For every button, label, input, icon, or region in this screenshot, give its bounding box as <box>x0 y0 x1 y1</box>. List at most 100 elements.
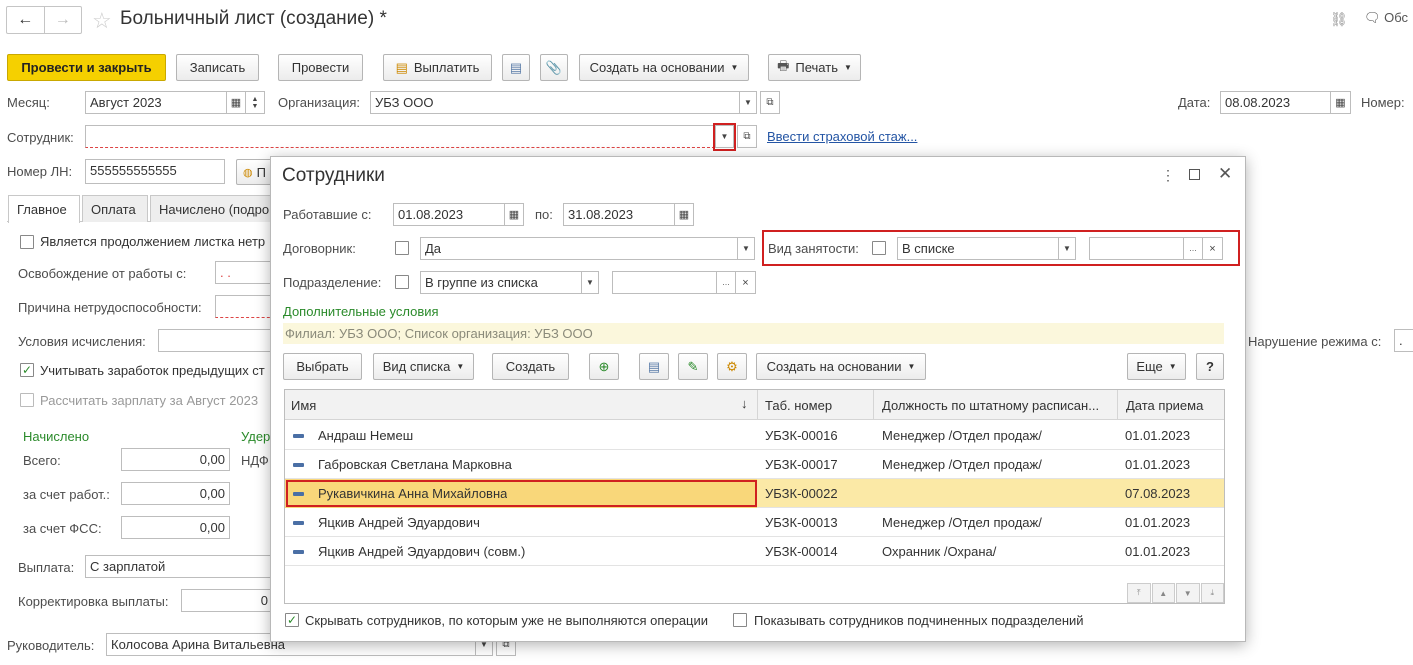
ln-input[interactable]: 555555555555 <box>85 159 225 184</box>
create-based-button[interactable]: Создать на основании ▼ <box>579 54 749 81</box>
select-button[interactable]: Выбрать <box>283 353 362 380</box>
contractor-label: Договорник: <box>283 241 356 256</box>
edit-button[interactable]: ✎ <box>678 353 708 380</box>
first-page-icon[interactable]: ⤒ <box>1127 583 1151 603</box>
tab-main[interactable]: Главное <box>8 195 80 223</box>
to-calendar-icon[interactable]: ▦ <box>674 203 694 226</box>
org-input[interactable]: УБЗ ООО <box>370 91 740 114</box>
help-button[interactable]: ? <box>1196 353 1224 380</box>
employment-list-input[interactable] <box>1089 237 1184 260</box>
org-dropdown-icon[interactable]: ▼ <box>739 91 757 114</box>
contractor-input[interactable]: Да <box>420 237 738 260</box>
more-label: Еще <box>1136 359 1163 374</box>
from-calendar-icon[interactable]: ▦ <box>504 203 524 226</box>
row-tabnum: УБЗК-00013 <box>765 515 838 530</box>
show-subordinate-checkbox[interactable] <box>733 613 747 627</box>
calendar-icon[interactable]: ▦ <box>226 91 246 114</box>
release-input[interactable]: . . <box>215 261 275 284</box>
employment-input[interactable]: В списке <box>897 237 1059 260</box>
link-icon[interactable]: ⛓ <box>1330 11 1348 28</box>
worked-to-input[interactable]: 31.08.2023 <box>563 203 675 226</box>
org-open-icon[interactable]: ⧉ <box>760 91 780 114</box>
dept-dropdown-icon[interactable]: ▼ <box>581 271 599 294</box>
table-row[interactable]: Андраш Немеш УБЗК-00016 Менеджер /Отдел … <box>285 421 1224 450</box>
tab-accrued[interactable]: Начислено (подро <box>150 195 272 222</box>
discuss-button[interactable]: 🗨 Обс <box>1364 10 1408 26</box>
favorite-star-icon[interactable]: ☆ <box>92 8 112 34</box>
insurance-link[interactable]: Ввести страховой стаж... <box>767 129 917 144</box>
copy-add-icon: ⊕ <box>598 358 610 374</box>
copy-button[interactable]: ⊕ <box>589 353 619 380</box>
cause-input[interactable] <box>215 295 275 318</box>
close-icon[interactable]: ✕ <box>1218 164 1232 184</box>
dept-clear-icon[interactable]: × <box>735 271 756 294</box>
employment-checkbox[interactable] <box>872 241 886 255</box>
accrued-heading: Начислено <box>23 429 90 444</box>
prev-page-icon[interactable]: ▲ <box>1151 583 1175 603</box>
user-settings-button[interactable]: ⚙ <box>717 353 747 380</box>
employment-clear-icon[interactable]: × <box>1202 237 1223 260</box>
list-view-button[interactable]: Вид списка ▼ <box>373 353 474 380</box>
employee-input[interactable] <box>85 125 715 148</box>
worked-from-input[interactable]: 01.08.2023 <box>393 203 505 226</box>
sort-down-icon: ↓ <box>741 396 748 411</box>
pay-button[interactable]: ▤ Выплатить <box>383 54 492 81</box>
col-name[interactable]: Имя <box>291 390 751 420</box>
forward-button[interactable]: → <box>45 7 82 33</box>
date-calendar-icon[interactable]: ▦ <box>1330 91 1351 114</box>
post-close-button[interactable]: Провести и закрыть <box>7 54 166 81</box>
conditions-input[interactable] <box>158 329 273 352</box>
employment-dropdown-icon[interactable]: ▼ <box>1058 237 1076 260</box>
back-button[interactable]: ← <box>7 7 45 33</box>
tab-payment[interactable]: Оплата <box>82 195 148 222</box>
table-row[interactable]: Яцкив Андрей Эдуардович (совм.) УБЗК-000… <box>285 537 1224 566</box>
col-position-label: Должность по штатному расписан... <box>882 397 1100 413</box>
last-page-icon[interactable]: ⤓ <box>1200 583 1224 603</box>
col-position[interactable]: Должность по штатному расписан... <box>873 390 1117 420</box>
employment-pick-icon[interactable]: … <box>1183 237 1203 260</box>
next-page-icon[interactable]: ▼ <box>1176 583 1200 603</box>
dialog-create-based-button[interactable]: Создать на основании ▼ <box>756 353 926 380</box>
maximize-icon[interactable] <box>1189 169 1200 180</box>
page-title: Больничный лист (создание) * <box>120 8 387 29</box>
month-input[interactable]: Август 2023 <box>85 91 227 114</box>
col-tabnum[interactable]: Таб. номер <box>757 390 872 420</box>
list-icon: ▤ <box>647 358 661 374</box>
create-button[interactable]: Создать <box>492 353 569 380</box>
employee-dropdown-highlight <box>713 123 736 151</box>
consider-checkbox[interactable]: ✓ <box>20 363 34 377</box>
dept-list-input[interactable] <box>612 271 717 294</box>
contractor-dropdown-icon[interactable]: ▼ <box>737 237 755 260</box>
list-icon-button[interactable]: ▤ <box>502 54 530 81</box>
table-row[interactable]: Габровская Светлана Марковна УБЗК-00017 … <box>285 450 1224 479</box>
dept-checkbox[interactable] <box>395 275 409 289</box>
payout-input[interactable]: С зарплатой <box>85 555 275 578</box>
table-nav: ⤒ ▲ ▼ ⤓ <box>1127 583 1224 603</box>
contractor-checkbox[interactable] <box>395 241 409 255</box>
table-row[interactable]: Яцкив Андрей Эдуардович УБЗК-00013 Менед… <box>285 508 1224 537</box>
dept-input[interactable]: В группе из списка <box>420 271 582 294</box>
save-button[interactable]: Записать <box>176 54 259 81</box>
continuation-checkbox[interactable] <box>20 235 34 249</box>
user-gear-icon: ⚙ <box>726 358 738 374</box>
post-button[interactable]: Провести <box>278 54 363 81</box>
hide-inactive-checkbox[interactable]: ✓ <box>285 613 299 627</box>
correction-input[interactable]: 0 <box>181 589 273 612</box>
row-hire-date: 01.01.2023 <box>1125 515 1191 530</box>
more-button[interactable]: Еще ▼ <box>1127 353 1186 380</box>
extra-conditions-link[interactable]: Дополнительные условия <box>283 304 439 319</box>
violation-label: Нарушение режима с: <box>1248 334 1382 349</box>
date-input[interactable]: 08.08.2023 <box>1220 91 1331 114</box>
row-icon <box>293 421 304 450</box>
employee-open-icon[interactable]: ⧉ <box>737 125 757 148</box>
dept-pick-icon[interactable]: … <box>716 271 736 294</box>
attach-button[interactable]: 📎 <box>540 54 568 81</box>
print-button[interactable]: 🖶 Печать ▼ <box>768 54 861 81</box>
calc-salary-checkbox[interactable] <box>20 393 34 407</box>
violation-input[interactable]: . <box>1394 329 1413 352</box>
more-vertical-icon[interactable]: ⋮ <box>1161 167 1175 184</box>
col-hire-date[interactable]: Дата приема <box>1117 390 1224 420</box>
list-report-button[interactable]: ▤ <box>639 353 669 380</box>
month-stepper[interactable]: ▲ ▼ <box>245 91 265 114</box>
date-label: Дата: <box>1178 95 1211 110</box>
